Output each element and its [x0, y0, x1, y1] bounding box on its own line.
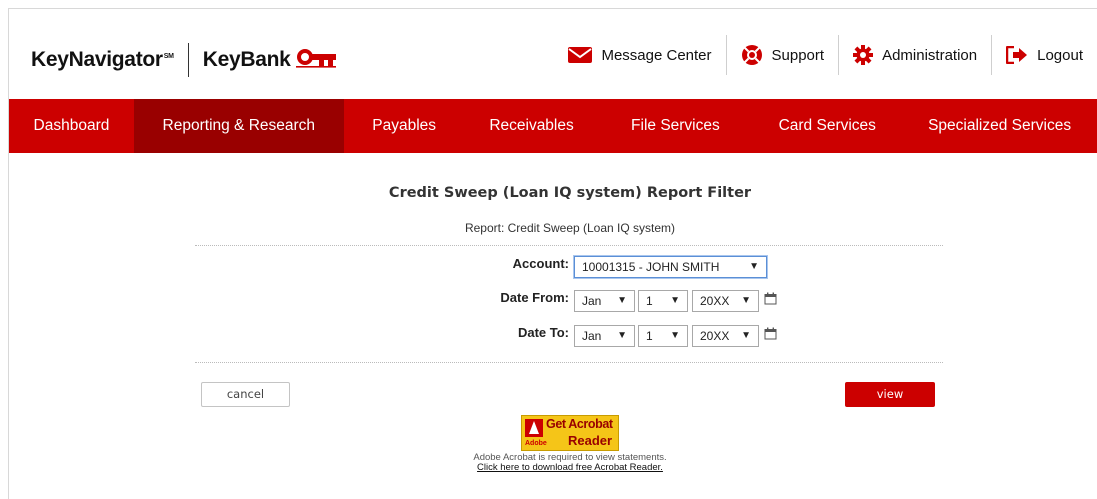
- adobe-logo-icon: [525, 419, 543, 437]
- keybank-logo[interactable]: KeyBank: [203, 48, 291, 72]
- acrobat-download-link[interactable]: Click here to download free Acrobat Read…: [477, 462, 663, 473]
- brand-divider: [187, 43, 189, 77]
- divider: [195, 245, 943, 246]
- date-to-year-value: 20XX: [700, 329, 730, 343]
- logout-link[interactable]: Logout: [992, 35, 1097, 75]
- envelope-icon: [568, 46, 593, 64]
- chevron-down-icon: ▼: [670, 330, 680, 341]
- support-label: Support: [771, 46, 825, 64]
- date-to-day-select[interactable]: 1 ▼: [638, 325, 688, 347]
- nav-dashboard[interactable]: Dashboard: [9, 99, 134, 153]
- account-select-value: 10001315 - JOHN SMITH: [582, 260, 720, 274]
- chevron-down-icon: ▼: [617, 295, 627, 306]
- report-subtitle: Report: Credit Sweep (Loan IQ system): [464, 221, 676, 235]
- calendar-icon[interactable]: [764, 327, 777, 340]
- view-button[interactable]: view: [845, 382, 935, 407]
- main-nav: Dashboard Reporting & Research Payables …: [9, 99, 1097, 153]
- cancel-button[interactable]: cancel: [201, 382, 290, 407]
- browser-frame: KeyNavigatorSM KeyBank Message Center Su…: [8, 8, 1097, 499]
- nav-specialized-services[interactable]: Specialized Services: [902, 99, 1097, 153]
- message-center-link[interactable]: Message Center: [554, 35, 725, 75]
- date-from-year-select[interactable]: 20XX ▼: [692, 290, 759, 312]
- reader-label: Reader: [568, 433, 613, 448]
- nav-receivables[interactable]: Receivables: [465, 99, 599, 153]
- nav-payables[interactable]: Payables: [344, 99, 465, 153]
- date-to-year-select[interactable]: 20XX ▼: [692, 325, 759, 347]
- divider: [195, 362, 943, 363]
- chevron-down-icon: ▼: [670, 295, 680, 306]
- get-acrobat-label: Get Acrobat: [546, 417, 613, 431]
- date-from-year-value: 20XX: [700, 294, 730, 308]
- logout-label: Logout: [1037, 46, 1083, 64]
- support-link[interactable]: Support: [727, 35, 839, 75]
- date-from-month-value: Jan: [582, 294, 602, 308]
- get-acrobat-reader-badge[interactable]: Adobe Get Acrobat Reader: [521, 415, 619, 451]
- keybank-key-icon: [296, 48, 337, 73]
- nav-file-services[interactable]: File Services: [598, 99, 752, 153]
- calendar-icon[interactable]: [764, 292, 777, 305]
- nav-reporting-research[interactable]: Reporting & Research: [133, 99, 344, 153]
- date-to-month-value: Jan: [582, 329, 602, 343]
- top-utility-nav: Message Center Support Administration Lo…: [554, 35, 1097, 75]
- page-title: Credit Sweep (Loan IQ system) Report Fil…: [388, 185, 752, 201]
- keynavigator-logo[interactable]: KeyNavigatorSM: [31, 48, 174, 72]
- chevron-down-icon: ▼: [741, 330, 751, 341]
- administration-link[interactable]: Administration: [839, 35, 991, 75]
- account-label: Account:: [512, 256, 569, 271]
- date-to-month-select[interactable]: Jan ▼: [574, 325, 635, 347]
- lifebuoy-icon: [741, 44, 763, 66]
- date-from-label: Date From:: [500, 290, 569, 305]
- date-to-label: Date To:: [517, 325, 569, 340]
- date-from-day-value: 1: [646, 294, 653, 308]
- message-center-label: Message Center: [601, 46, 712, 64]
- chevron-down-icon: ▼: [617, 330, 627, 341]
- service-mark: SM: [163, 53, 174, 60]
- brand: KeyNavigatorSM KeyBank: [31, 43, 337, 77]
- date-to-day-value: 1: [646, 329, 653, 343]
- gear-icon: [853, 45, 874, 65]
- acrobat-download-link-row: Click here to download free Acrobat Read…: [9, 463, 1097, 473]
- header: KeyNavigatorSM KeyBank Message Center Su…: [9, 9, 1097, 99]
- administration-label: Administration: [882, 46, 978, 64]
- logout-icon: [1006, 46, 1028, 64]
- chevron-down-icon: ▼: [749, 261, 759, 272]
- date-from-month-select[interactable]: Jan ▼: [574, 290, 635, 312]
- nav-card-services[interactable]: Card Services: [752, 99, 902, 153]
- adobe-wordmark: Adobe: [525, 440, 547, 447]
- chevron-down-icon: ▼: [741, 295, 751, 306]
- account-select[interactable]: 10001315 - JOHN SMITH ▼: [574, 256, 767, 278]
- date-from-day-select[interactable]: 1 ▼: [638, 290, 688, 312]
